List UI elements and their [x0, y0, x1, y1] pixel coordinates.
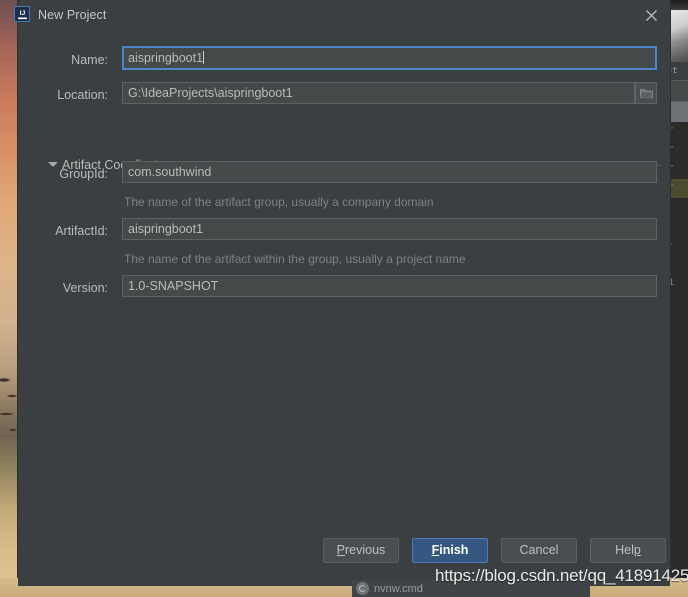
screen: ct r r r r - 1 IJ New Project Name: aisp…: [0, 0, 688, 597]
version-label: Version:: [62, 281, 108, 295]
name-input-value: aispringboot1: [128, 51, 204, 65]
wallpaper-branch-silhouette: [0, 370, 18, 450]
taskbar-item-nvnw-cmd[interactable]: nvnw.cmd: [352, 580, 590, 597]
cancel-button[interactable]: Cancel: [501, 538, 577, 563]
group-id-input[interactable]: com.southwind: [122, 161, 657, 183]
project-form: Name: aispringboot1 Location: G:\IdeaPro…: [18, 30, 670, 530]
intellij-idea-icon: IJ: [14, 6, 30, 22]
dialog-footer: Previous Finish Cancel Help: [18, 538, 670, 564]
code-line: r: [668, 126, 675, 137]
code-line: r: [668, 164, 675, 175]
help-label-start: Hel: [615, 543, 634, 557]
artifact-id-input[interactable]: aispringboot1: [122, 218, 657, 240]
group-id-hint: The name of the artifact group, usually …: [124, 195, 434, 209]
version-input[interactable]: 1.0-SNAPSHOT: [122, 275, 657, 297]
code-line: -: [668, 240, 675, 251]
desktop-taskbar: nvnw.cmd: [0, 578, 688, 597]
artifact-id-hint: The name of the artifact within the grou…: [124, 252, 466, 266]
help-mnemonic: p: [633, 543, 641, 557]
location-input[interactable]: G:\IdeaProjects\aispringboot1: [122, 82, 635, 104]
desktop-wallpaper: [0, 0, 18, 597]
dialog-titlebar: IJ New Project: [14, 0, 670, 30]
help-button[interactable]: Help: [590, 538, 666, 563]
finish-label-rest: inish: [439, 543, 469, 557]
code-line: r: [668, 145, 675, 156]
text-caret: [203, 51, 205, 64]
close-icon[interactable]: [638, 2, 664, 28]
previous-mnemonic: P: [336, 543, 346, 557]
code-line: 1: [668, 278, 675, 289]
previous-label-rest: revious: [345, 543, 386, 557]
location-label: Location:: [57, 88, 108, 102]
refresh-circle-icon: [356, 582, 369, 595]
folder-icon[interactable]: [635, 82, 657, 104]
name-label: Name:: [71, 53, 108, 67]
code-line-highlighted: r: [668, 179, 688, 198]
group-id-label: GroupId:: [59, 167, 108, 181]
taskbar-item-label: nvnw.cmd: [374, 582, 423, 595]
finish-button[interactable]: Finish: [412, 538, 488, 563]
svg-text:IJ: IJ: [19, 10, 25, 17]
new-project-dialog: IJ New Project Name: aispringboot1 Locat…: [14, 0, 670, 578]
artifact-id-label: ArtifactId:: [55, 224, 108, 238]
name-input[interactable]: aispringboot1: [122, 46, 657, 70]
dialog-title: New Project: [38, 8, 107, 22]
previous-button[interactable]: Previous: [323, 538, 399, 563]
